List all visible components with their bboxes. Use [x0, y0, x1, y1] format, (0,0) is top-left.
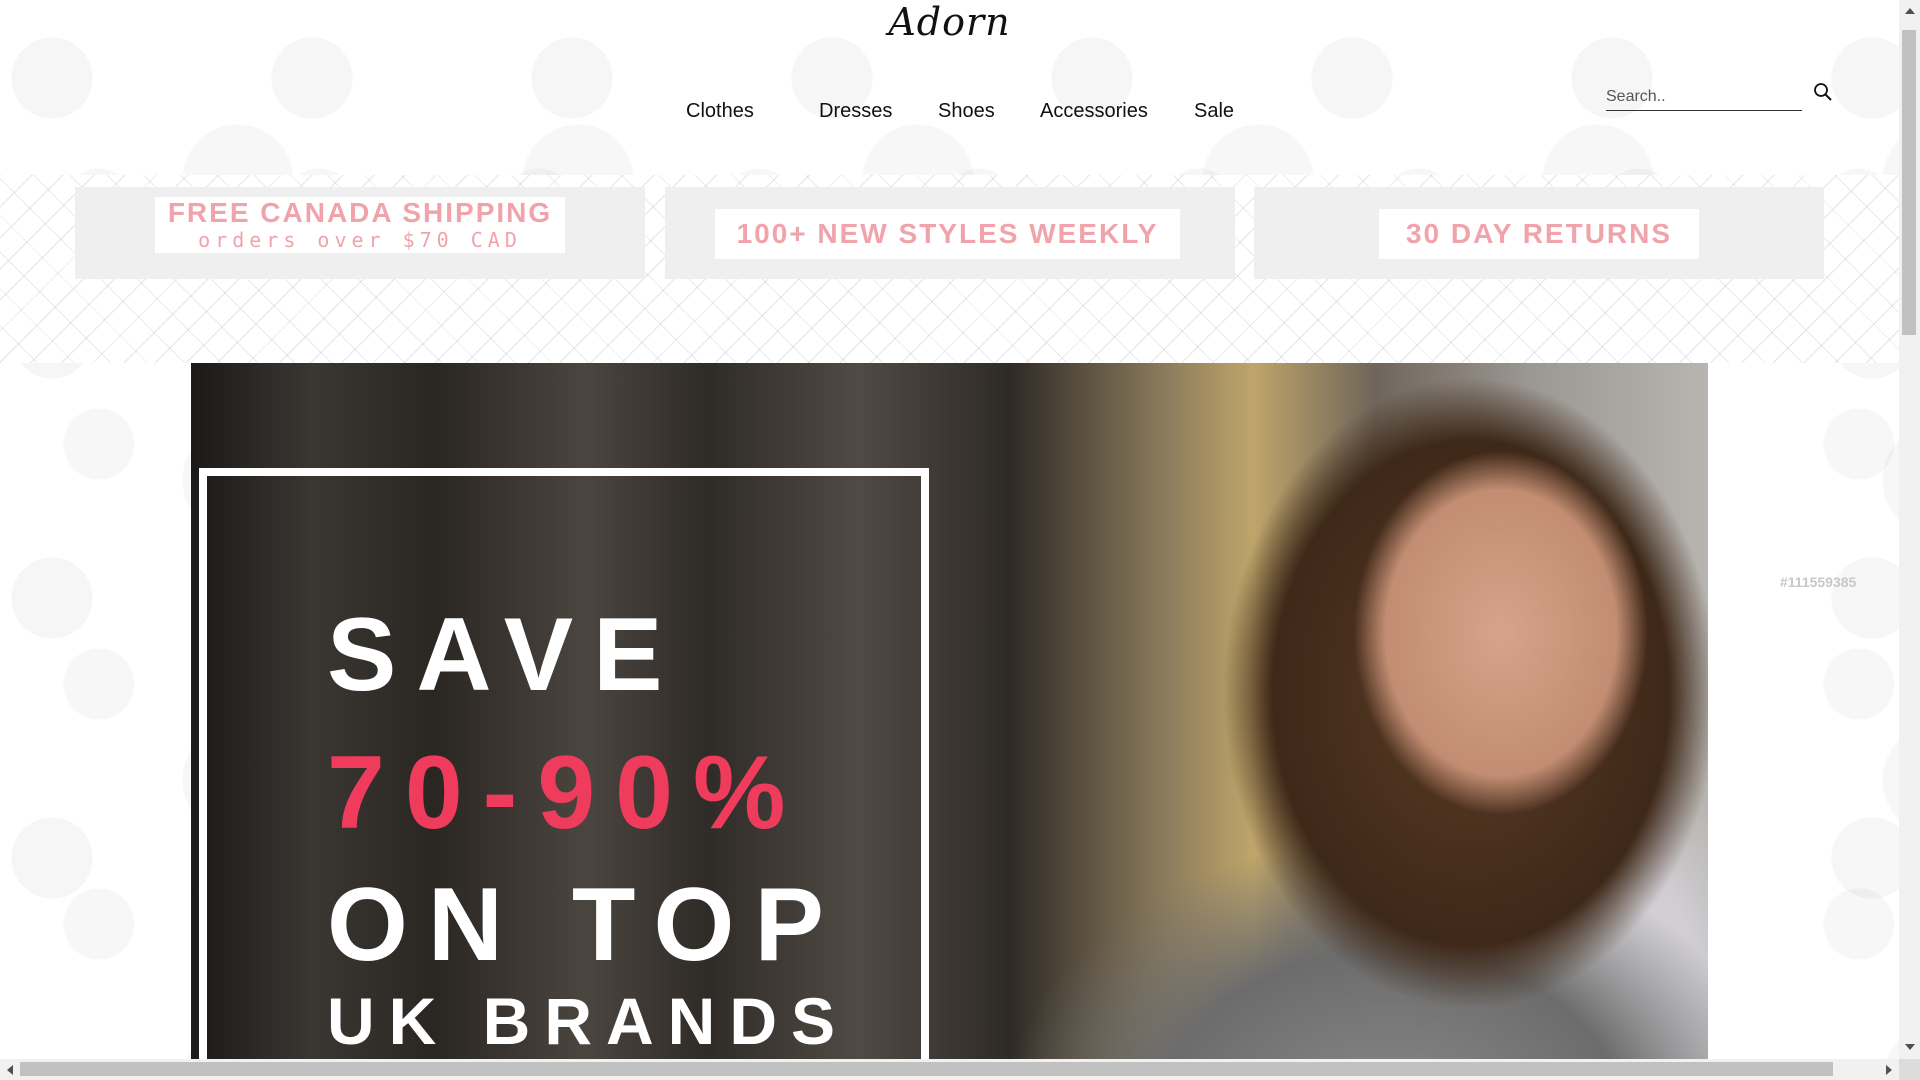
nav-item-dresses[interactable]: Dresses — [819, 100, 892, 123]
horizontal-scrollbar[interactable] — [0, 1059, 1899, 1080]
scroll-down-icon[interactable] — [1905, 1044, 1915, 1050]
scroll-right-icon[interactable] — [1886, 1065, 1892, 1075]
promo-label-returns: 30 DAY RETURNS — [1379, 209, 1699, 259]
promo-title: FREE CANADA SHIPPING — [167, 197, 553, 228]
page-viewport: Adorn Clothes Dresses Shoes Accessories … — [0, 0, 1899, 1059]
promo-box-styles[interactable]: 100+ NEW STYLES WEEKLY — [665, 187, 1235, 279]
promo-label-shipping: FREE CANADA SHIPPING orders over $70 CAD — [155, 197, 565, 253]
promo-subtitle: orders over $70 CAD — [198, 228, 522, 252]
hero-brands-line: UK BRANDS — [327, 984, 849, 1058]
brand-logo[interactable]: Adorn — [0, 0, 1899, 44]
nav-item-accessories[interactable]: Accessories — [1040, 100, 1148, 123]
promo-box-returns[interactable]: 30 DAY RETURNS — [1254, 187, 1824, 279]
horizontal-scroll-thumb[interactable] — [20, 1062, 1833, 1076]
vertical-scroll-thumb[interactable] — [1902, 30, 1916, 335]
promo-label-styles: 100+ NEW STYLES WEEKLY — [715, 209, 1180, 259]
vertical-scrollbar[interactable] — [1899, 0, 1920, 1059]
promo-box-shipping[interactable]: FREE CANADA SHIPPING orders over $70 CAD — [75, 187, 645, 279]
scrollbar-corner — [1899, 1059, 1920, 1080]
nav-item-sale[interactable]: Sale — [1194, 100, 1234, 123]
hero-headline: SAVE — [327, 597, 683, 713]
promo-strip: FREE CANADA SHIPPING orders over $70 CAD… — [0, 175, 1899, 363]
site-header: Adorn Clothes Dresses Shoes Accessories … — [0, 0, 1899, 175]
scroll-left-icon[interactable] — [7, 1065, 13, 1075]
nav-item-clothes[interactable]: Clothes — [686, 100, 754, 123]
hero-subline: ON TOP — [327, 867, 844, 983]
search-input[interactable] — [1606, 86, 1796, 108]
search-field — [1606, 82, 1802, 111]
hero-banner[interactable]: SAVE 70-90% ON TOP UK BRANDS — [191, 363, 1708, 1059]
scroll-up-icon[interactable] — [1905, 8, 1915, 14]
stock-watermark: #111559385 — [1780, 574, 1857, 590]
promo-title: 100+ NEW STYLES WEEKLY — [736, 218, 1159, 249]
promo-title: 30 DAY RETURNS — [1405, 218, 1673, 249]
nav-item-shoes[interactable]: Shoes — [938, 100, 995, 123]
search-icon[interactable] — [1813, 82, 1833, 102]
hero-discount: 70-90% — [327, 735, 806, 851]
